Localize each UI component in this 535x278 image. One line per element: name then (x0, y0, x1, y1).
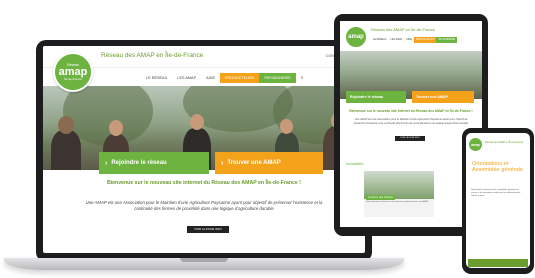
join-network-button[interactable]: Rejoindre le réseau (346, 91, 406, 103)
amap-logo[interactable]: Réseau amap Île-de-France (53, 52, 93, 92)
person-figure (51, 130, 81, 170)
find-amap-label: Trouver une AMAP (227, 160, 281, 166)
device-mockup: Réseau des AMAP en Île-de-France CONTACT… (0, 0, 535, 278)
phone: amap Réseau des AMAP en Île-de-France Or… (462, 128, 534, 274)
menu-item-paysannerie[interactable]: PAYSANNERIE (436, 37, 457, 43)
find-amap-button[interactable]: › Trouver une AMAP (215, 152, 323, 174)
news-card-title: La ferme des champs (366, 195, 395, 200)
intro-paragraph: Une AMAP est une Association pour le Mai… (85, 200, 323, 211)
footer-image-strip (468, 259, 528, 267)
news-section-title: Actualités (346, 161, 364, 166)
join-network-label: Rejoindre le réseau (111, 160, 167, 166)
menu-item-producteurs[interactable]: PRODUCTEURS (220, 73, 260, 83)
more-info-button[interactable]: VOIR LA FICHE INFO (395, 136, 425, 141)
site-title[interactable]: Réseau des AMAP en Île-de-France (371, 27, 435, 32)
person-head (58, 116, 74, 134)
chevron-right-icon: › (105, 159, 108, 167)
article-headline[interactable]: Orientations et Assemblée générale (472, 161, 524, 174)
join-network-button[interactable]: › Rejoindre le réseau (99, 152, 209, 174)
search-icon[interactable]: ⌕ (296, 73, 309, 83)
logo-line-2: amap (58, 66, 88, 78)
menu-item-aide[interactable]: AIDE (201, 73, 220, 83)
main-menu: LE RÉSEAU LES AMAP AIDE PRODUCTEURS PAYS… (141, 73, 309, 83)
person-head (280, 119, 293, 134)
menu-item-reseau[interactable]: LE RÉSEAU (141, 73, 172, 83)
menu-item-aide[interactable]: AIDE (404, 37, 414, 43)
more-info-button[interactable]: VOIR LA FICHE INFO (187, 226, 229, 233)
person-head (109, 120, 123, 136)
menu-item-reseau[interactable]: LE RÉSEAU (371, 37, 388, 43)
site-title[interactable]: Réseau des AMAP en Île-de-France (101, 52, 203, 59)
site-title[interactable]: Réseau des AMAP en Île-de-France (485, 141, 523, 144)
news-card[interactable]: La ferme des champs Venez découvrir la f… (364, 171, 434, 217)
phone-screen: amap Réseau des AMAP en Île-de-France Or… (466, 133, 530, 268)
amap-logo[interactable]: amap (469, 138, 482, 151)
logo-line-3: Île-de-France (64, 77, 82, 81)
amap-logo[interactable]: amap (345, 26, 367, 48)
laptop-notch (180, 258, 228, 262)
intro-paragraph: Une AMAP est une Association pour le Mai… (353, 118, 469, 125)
menu-item-amap[interactable]: LES AMAP (388, 37, 404, 43)
laptop: Réseau des AMAP en Île-de-France CONTACT… (36, 40, 372, 262)
article-body: Retrouvez les documents de l’assemblée g… (471, 189, 521, 197)
menu-item-amap[interactable]: LES AMAP (172, 73, 201, 83)
person-head (190, 114, 204, 130)
laptop-screen: Réseau des AMAP en Île-de-France CONTACT… (43, 46, 365, 253)
main-menu: LE RÉSEAU LES AMAP AIDE PRODUCTEURS PAYS… (371, 37, 457, 43)
chevron-right-icon: › (221, 159, 224, 167)
tablet-screen: amap Réseau des AMAP en Île-de-France LE… (340, 21, 482, 227)
welcome-heading: Bienvenue sur le nouveau site internet d… (349, 109, 473, 113)
menu-item-producteurs[interactable]: PRODUCTEURS (413, 37, 437, 43)
news-card-text: Venez découvrir la ferme et rencontrer l… (366, 201, 429, 203)
menu-item-paysannerie[interactable]: PAYSANNERIE (259, 73, 296, 83)
find-amap-button[interactable]: Trouver une AMAP (412, 91, 474, 103)
welcome-heading: Bienvenue sur le nouveau site internet d… (106, 180, 301, 186)
